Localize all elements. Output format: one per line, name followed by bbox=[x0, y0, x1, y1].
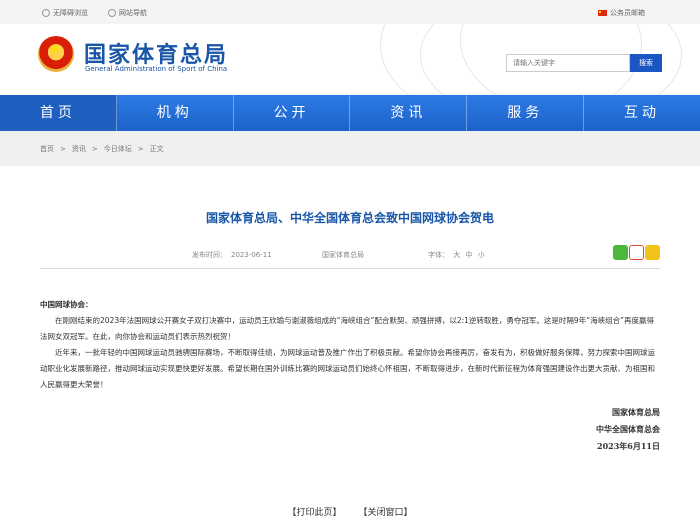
search-input[interactable] bbox=[506, 54, 630, 72]
accessible-link[interactable]: 无障碍浏览 bbox=[42, 8, 88, 18]
qzone-share-icon[interactable] bbox=[645, 245, 660, 260]
article-paragraph: 在刚刚结束的2023年法国网球公开赛女子双打决赛中，运动员王欣瑜与谢淑薇组成的“… bbox=[40, 316, 654, 341]
breadcrumb-news[interactable]: 资讯 bbox=[72, 144, 86, 154]
national-emblem-logo[interactable]: ★ bbox=[38, 36, 74, 72]
nav-item-interaction[interactable]: 互动 bbox=[584, 95, 700, 131]
breadcrumb-current: 正文 bbox=[149, 145, 164, 153]
flag-icon bbox=[598, 10, 607, 16]
print-link[interactable]: 【打印此页】 bbox=[288, 508, 342, 518]
nav-item-public[interactable]: 公开 bbox=[234, 95, 351, 131]
search-button[interactable]: 搜索 bbox=[630, 54, 662, 72]
signature-org-1: 国家体育总局 bbox=[612, 407, 660, 417]
publish-time: 发布时间： 2023-06-11 bbox=[192, 250, 272, 260]
email-link[interactable]: 公务员邮箱 bbox=[598, 8, 645, 18]
site-title-en: General Administration of Sport of China bbox=[85, 65, 228, 73]
breadcrumb-separator: > bbox=[60, 145, 66, 153]
accessible-label: 无障碍浏览 bbox=[53, 9, 88, 17]
publish-label: 发布时间： bbox=[192, 251, 227, 259]
site-nav-label: 网站导航 bbox=[119, 9, 147, 17]
article-actions: 【打印此页】 【关闭窗口】 bbox=[0, 505, 700, 518]
nav-item-home[interactable]: 首页 bbox=[0, 95, 117, 131]
nav-item-service[interactable]: 服务 bbox=[467, 95, 585, 131]
signature-org-2: 中华全国体育总会 bbox=[596, 424, 660, 434]
main-nav: 首页 机构 公开 资讯 服务 互动 bbox=[0, 95, 700, 131]
wechat-share-icon[interactable] bbox=[613, 245, 628, 260]
article-body: 中国网球协会： 在刚刚结束的2023年法国网球公开赛女子双打决赛中，运动员王欣瑜… bbox=[40, 297, 660, 393]
article-title: 国家体育总局、中华全国体育总会致中国网球协会贺电 bbox=[205, 211, 494, 225]
font-size-medium[interactable]: 中 bbox=[465, 251, 472, 259]
breadcrumb-separator: > bbox=[137, 145, 144, 153]
top-utility-bar: 无障碍浏览 网站导航 公务员邮箱 bbox=[0, 0, 700, 25]
breadcrumb-separator: > bbox=[91, 145, 98, 153]
article-greeting: 中国网球协会： bbox=[40, 300, 93, 309]
font-size-large[interactable]: 大 bbox=[453, 251, 460, 259]
article-meta: 发布时间： 2023-06-11 国家体育总局 字体： 大 中 小 bbox=[40, 240, 660, 269]
font-size-control: 字体： 大 中 小 bbox=[428, 250, 485, 260]
breadcrumb-home[interactable]: 首页 bbox=[40, 144, 54, 154]
globe-icon bbox=[108, 9, 116, 17]
weibo-share-icon[interactable] bbox=[629, 245, 644, 260]
article-paragraph: 近年来，一批年轻的中国网球运动员驰骋国际赛场，不断取得佳绩，为网球运动普及推广作… bbox=[40, 348, 655, 389]
nav-item-organization[interactable]: 机构 bbox=[117, 95, 234, 131]
accessibility-icon bbox=[42, 9, 50, 17]
close-window-link[interactable]: 【关闭窗口】 bbox=[358, 508, 412, 518]
article-source: 国家体育总局 bbox=[322, 251, 364, 259]
site-nav-link[interactable]: 网站导航 bbox=[108, 8, 147, 18]
email-label: 公务员邮箱 bbox=[610, 9, 645, 17]
breadcrumb-sports-today[interactable]: 今日体坛 bbox=[104, 144, 132, 154]
publish-date: 2023-06-11 bbox=[231, 251, 272, 259]
font-size-small[interactable]: 小 bbox=[478, 251, 485, 259]
signature-date: 2023年6月11日 bbox=[597, 441, 660, 451]
breadcrumb: 首页 > 资讯 > 今日体坛 > 正文 bbox=[40, 144, 164, 154]
breadcrumb-bar: 首页 > 资讯 > 今日体坛 > 正文 bbox=[0, 131, 700, 166]
nav-item-news[interactable]: 资讯 bbox=[350, 95, 468, 131]
font-size-label: 字体： bbox=[428, 251, 449, 259]
site-header: ★ 国家体育总局 General Administration of Sport… bbox=[0, 24, 700, 95]
